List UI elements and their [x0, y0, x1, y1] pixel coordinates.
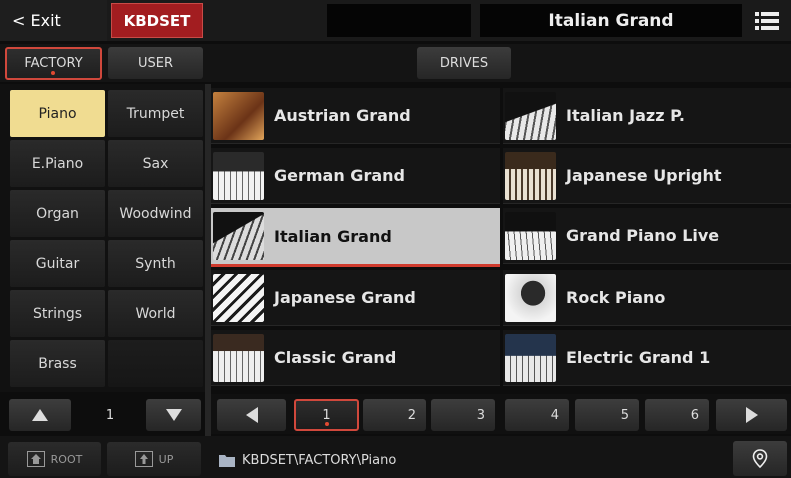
category-sax[interactable]: Sax	[108, 140, 203, 187]
location-pin-icon	[752, 448, 768, 468]
kbdset-button[interactable]: KBDSET	[111, 3, 203, 38]
sound-name: Italian Jazz P.	[566, 106, 685, 125]
category-panel: Piano Trumpet E.Piano Sax Organ Woodwind…	[0, 84, 205, 392]
sound-item[interactable]: Japanese Grand	[211, 270, 500, 326]
tab-factory-label: FACTORY	[24, 56, 83, 71]
selected-indicator	[324, 422, 329, 426]
root-button[interactable]: ROOT	[8, 442, 101, 476]
triangle-up-icon	[32, 409, 48, 421]
path-text: KBDSET\FACTORY\Piano	[242, 452, 397, 468]
category-piano[interactable]: Piano	[10, 90, 105, 137]
tab-drives[interactable]: DRIVES	[417, 47, 511, 79]
current-path: KBDSET\FACTORY\Piano	[219, 446, 396, 474]
sound-name: Grand Piano Live	[566, 226, 720, 245]
sound-thumbnail	[213, 212, 264, 260]
sound-thumbnail	[505, 211, 556, 260]
sound-item-selected[interactable]: Italian Grand	[211, 208, 500, 267]
category-scroll-down-button[interactable]	[146, 399, 201, 431]
menu-icon[interactable]	[747, 4, 787, 37]
category-synth[interactable]: Synth	[108, 240, 203, 287]
root-label: ROOT	[50, 452, 83, 466]
sound-item[interactable]: Classic Grand	[211, 330, 500, 386]
page-prev-button[interactable]	[217, 399, 286, 431]
up-button[interactable]: UP	[107, 442, 201, 476]
category-epiano[interactable]: E.Piano	[10, 140, 105, 187]
category-world[interactable]: World	[108, 290, 203, 337]
folder-up-icon	[134, 451, 153, 467]
page-label: 1	[322, 407, 331, 423]
sound-item[interactable]: Italian Jazz P.	[503, 88, 791, 144]
sound-thumbnail	[505, 273, 556, 322]
page-2-button[interactable]: 2	[363, 399, 426, 431]
sound-item[interactable]: Electric Grand 1	[503, 330, 791, 386]
sound-thumbnail	[213, 273, 264, 322]
folder-icon	[219, 454, 235, 467]
sound-item[interactable]: Rock Piano	[503, 270, 791, 326]
category-guitar[interactable]: Guitar	[10, 240, 105, 287]
page-1-button[interactable]: 1	[294, 399, 359, 431]
sound-thumbnail	[505, 151, 556, 200]
category-organ[interactable]: Organ	[10, 190, 105, 237]
home-folder-icon	[26, 451, 45, 467]
tab-factory[interactable]: FACTORY	[5, 47, 102, 80]
triangle-right-icon	[745, 407, 758, 423]
sound-name: German Grand	[274, 166, 405, 185]
page-4-button[interactable]: 4	[505, 399, 569, 431]
sound-item[interactable]: Austrian Grand	[211, 88, 500, 144]
current-sound-title: Italian Grand	[480, 4, 742, 37]
sound-name: Japanese Grand	[274, 288, 416, 307]
category-woodwind[interactable]: Woodwind	[108, 190, 203, 237]
category-empty	[108, 340, 203, 387]
page-3-button[interactable]: 3	[431, 399, 495, 431]
sound-thumbnail	[505, 91, 556, 140]
sound-name: Japanese Upright	[566, 166, 722, 185]
top-empty-field	[327, 4, 471, 37]
triangle-left-icon	[245, 407, 258, 423]
sound-name: Italian Grand	[274, 226, 392, 246]
triangle-down-icon	[165, 409, 182, 421]
sound-thumbnail	[213, 333, 264, 382]
sound-thumbnail	[213, 151, 264, 200]
sound-name: Electric Grand 1	[566, 348, 711, 367]
sound-item[interactable]: Grand Piano Live	[503, 208, 791, 264]
sound-item[interactable]: German Grand	[211, 148, 500, 204]
sound-name: Classic Grand	[274, 348, 397, 367]
page-next-button[interactable]	[716, 399, 787, 431]
tab-user[interactable]: USER	[108, 47, 203, 79]
page-5-button[interactable]: 5	[575, 399, 639, 431]
category-strings[interactable]: Strings	[10, 290, 105, 337]
page-6-button[interactable]: 6	[645, 399, 709, 431]
category-page-number: 1	[105, 407, 115, 423]
sound-thumbnail	[505, 333, 556, 382]
sound-item[interactable]: Japanese Upright	[503, 148, 791, 204]
category-trumpet[interactable]: Trumpet	[108, 90, 203, 137]
exit-button[interactable]: < Exit	[0, 0, 107, 41]
category-brass[interactable]: Brass	[10, 340, 105, 387]
up-label: UP	[158, 452, 174, 466]
sound-name: Austrian Grand	[274, 106, 411, 125]
sound-thumbnail	[213, 91, 264, 140]
sound-name: Rock Piano	[566, 288, 666, 307]
selected-indicator	[51, 71, 55, 75]
category-scroll-up-button[interactable]	[9, 399, 71, 431]
location-button[interactable]	[733, 441, 787, 476]
